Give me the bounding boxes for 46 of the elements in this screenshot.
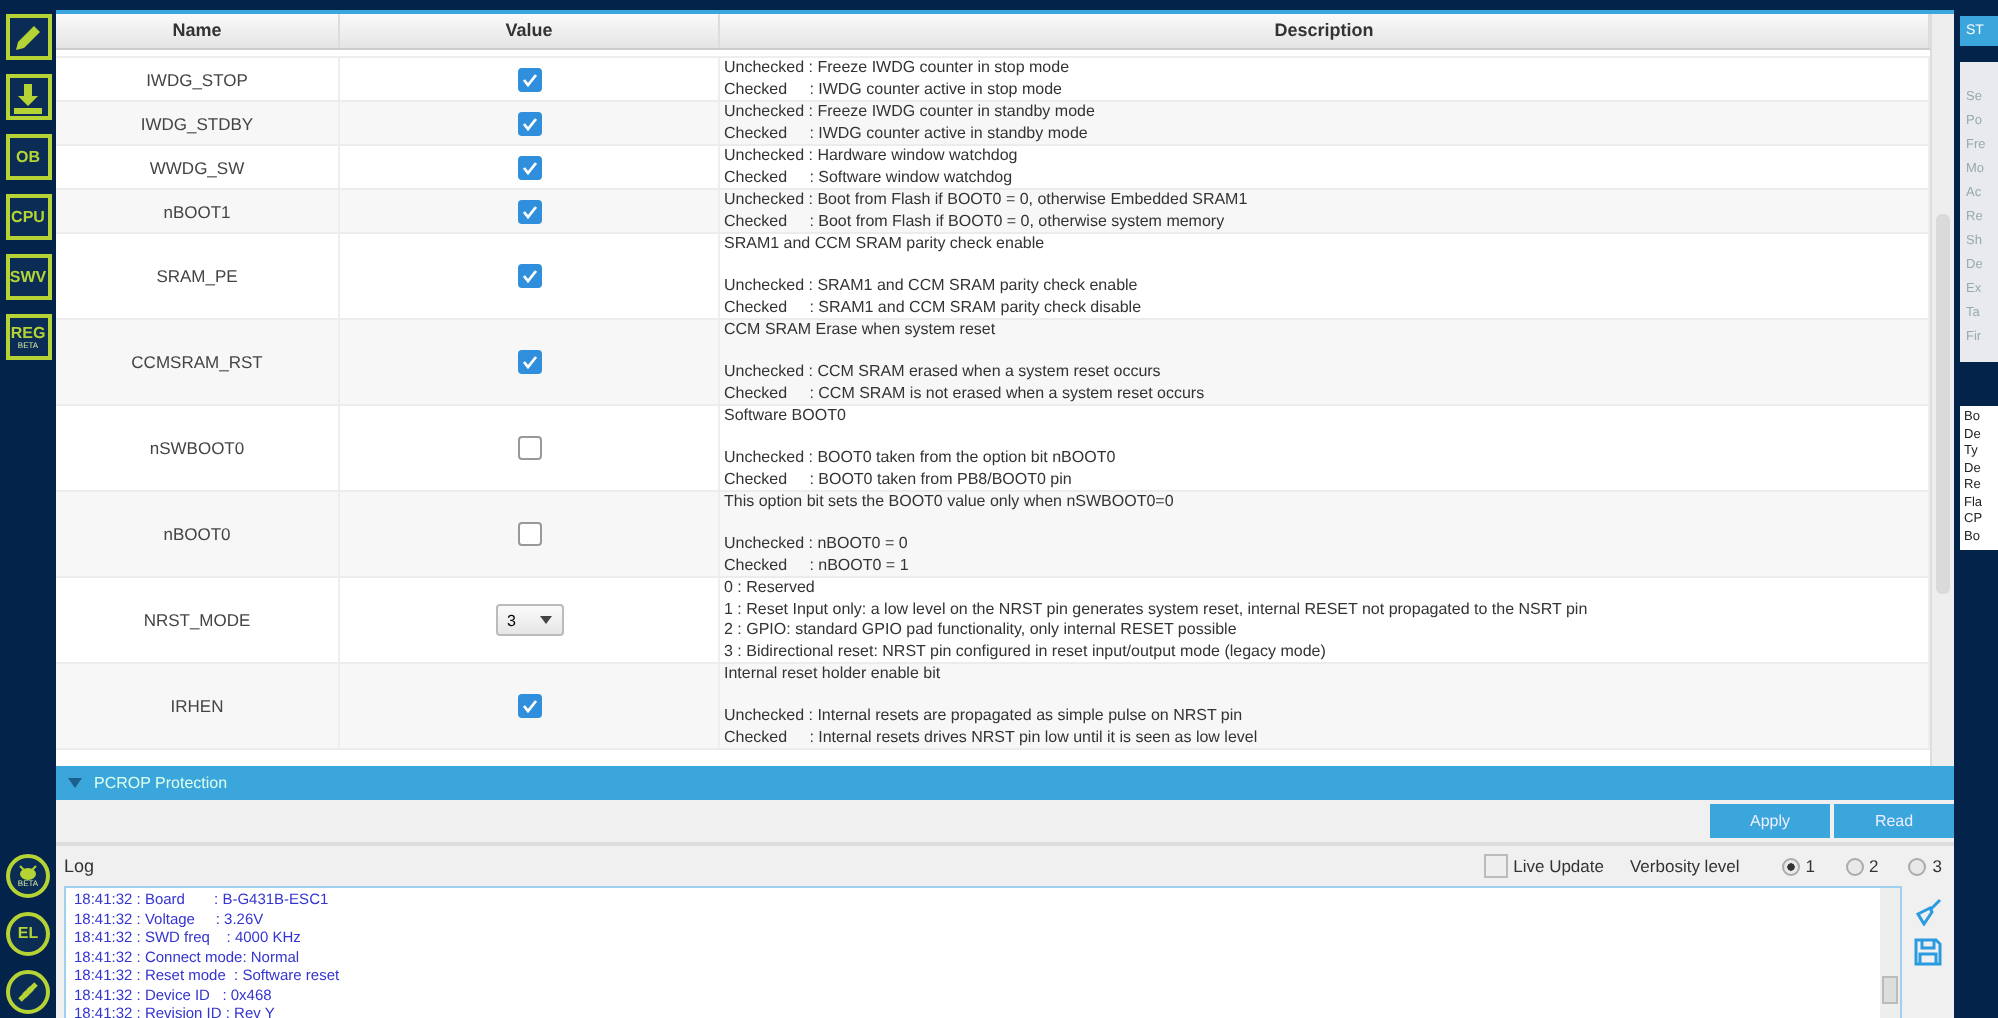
checkbox[interactable] (1483, 854, 1508, 878)
checkbox-label: Live Update (1513, 856, 1604, 876)
sidebar-tool-button[interactable]: SWV (5, 254, 51, 300)
column-header: Name (56, 14, 340, 48)
option-name: IWDG_STOP (56, 58, 340, 100)
radio-label: 1 (1805, 856, 1816, 876)
download-button[interactable] (5, 74, 51, 120)
log-title: Log (64, 856, 95, 876)
sidebar-round-button[interactable]: EL (6, 912, 50, 956)
scrollbar[interactable] (1880, 888, 1900, 1018)
checkbox[interactable] (517, 264, 541, 288)
checkbox[interactable] (517, 436, 541, 460)
checkbox[interactable] (517, 694, 541, 718)
bug-icon (16, 864, 40, 880)
option-name: nBOOT0 (56, 492, 340, 576)
radio-label: 2 (1869, 856, 1879, 876)
broom-icon[interactable] (1914, 898, 1942, 926)
option-name: IRHEN (56, 664, 340, 748)
option-name: WWDG_SW (56, 146, 340, 188)
checkbox[interactable] (517, 155, 541, 179)
verbosity-label: Verbosity level (1629, 856, 1740, 876)
option-name: NRST_MODE (56, 578, 340, 662)
radio-button[interactable] (1845, 857, 1864, 875)
scrollbar[interactable] (1930, 14, 1954, 766)
checkbox[interactable] (517, 199, 541, 223)
value-dropdown[interactable]: 3 (495, 604, 563, 636)
radio-button[interactable] (1908, 857, 1927, 875)
option-name: nSWBOOT0 (56, 406, 340, 490)
checkbox[interactable] (517, 67, 541, 91)
option-name: IWDG_STDBY (56, 102, 340, 144)
option-name: CCMSRAM_RST (56, 320, 340, 404)
caret-icon (539, 616, 551, 624)
sidebar-tool-button[interactable]: CPU (5, 194, 51, 240)
checkbox[interactable] (517, 111, 541, 135)
option-name: SRAM_PE (56, 234, 340, 318)
radio-button[interactable] (1781, 857, 1800, 875)
column-header: Value (340, 14, 720, 48)
sidebar-round-button[interactable] (6, 970, 50, 1014)
edit-button[interactable] (5, 14, 51, 60)
save-icon[interactable] (1914, 938, 1942, 966)
checkbox[interactable] (517, 522, 541, 546)
checkbox[interactable] (517, 350, 541, 374)
option-name: nBOOT1 (56, 190, 340, 232)
radio-label: 3 (1932, 856, 1942, 876)
download-icon (10, 79, 46, 115)
sidebar-tool-button[interactable]: OB (5, 134, 51, 180)
